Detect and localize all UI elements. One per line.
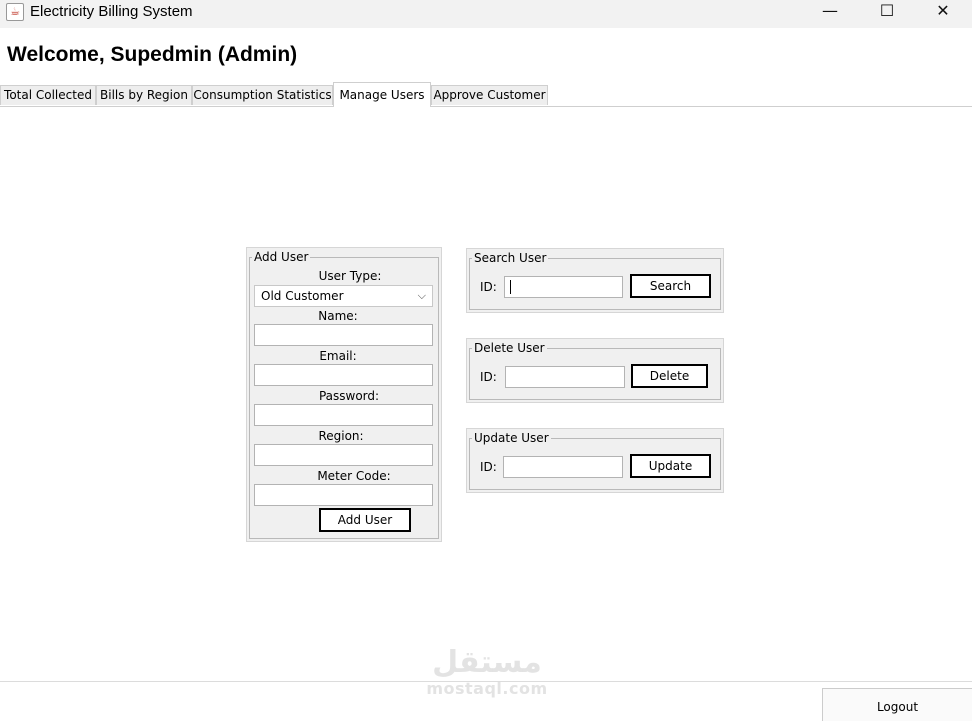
delete-id-field[interactable] bbox=[505, 366, 625, 388]
user-type-select[interactable]: Old Customer ⌵ bbox=[254, 285, 433, 307]
search-button[interactable]: Search bbox=[630, 274, 711, 298]
add-user-button[interactable]: Add User bbox=[319, 508, 411, 532]
delete-button[interactable]: Delete bbox=[631, 364, 708, 388]
update-button[interactable]: Update bbox=[630, 454, 711, 478]
window-title: Electricity Billing System bbox=[30, 3, 193, 20]
update-id-field[interactable] bbox=[503, 456, 623, 478]
tab-bills-by-region[interactable]: Bills by Region bbox=[96, 85, 192, 105]
minimize-icon[interactable]: — bbox=[801, 0, 859, 24]
search-user-legend: Search User bbox=[474, 251, 547, 265]
delete-id-label: ID: bbox=[480, 370, 497, 384]
search-user-panel: Search User ID: Search bbox=[466, 248, 724, 313]
delete-user-panel: Delete User ID: Delete bbox=[466, 338, 724, 403]
text-caret bbox=[510, 280, 511, 294]
region-label: Region: bbox=[318, 429, 364, 443]
email-field[interactable] bbox=[254, 364, 433, 386]
tab-total-collected[interactable]: Total Collected bbox=[0, 85, 96, 105]
update-user-panel: Update User ID: Update bbox=[466, 428, 724, 493]
password-label: Password: bbox=[318, 389, 380, 403]
tab-strip: Total Collected Bills by Region Consumpt… bbox=[0, 82, 972, 107]
meter-code-label: Meter Code: bbox=[317, 469, 391, 483]
maximize-icon[interactable]: ☐ bbox=[858, 0, 916, 24]
add-user-legend: Add User bbox=[254, 250, 309, 264]
watermark-arabic: مستقل bbox=[432, 645, 542, 680]
java-cup-icon: ☕ bbox=[6, 3, 24, 21]
update-id-label: ID: bbox=[480, 460, 497, 474]
watermark-latin: mostaql.com bbox=[426, 679, 548, 698]
user-type-label: User Type: bbox=[318, 269, 382, 283]
tab-consumption-statistics[interactable]: Consumption Statistics bbox=[192, 85, 333, 105]
mostaql-watermark: مستقل mostaql.com bbox=[426, 646, 548, 698]
search-id-label: ID: bbox=[480, 280, 497, 294]
name-label: Name: bbox=[318, 309, 358, 323]
chevron-down-icon: ⌵ bbox=[417, 289, 426, 302]
welcome-heading: Welcome, Supedmin (Admin) bbox=[7, 43, 298, 66]
footer-divider bbox=[0, 681, 972, 682]
window-title-bar: ☕ Electricity Billing System — ☐ ✕ bbox=[0, 0, 972, 28]
update-user-legend: Update User bbox=[474, 431, 549, 445]
region-field[interactable] bbox=[254, 444, 433, 466]
tab-approve-customer[interactable]: Approve Customer bbox=[431, 85, 548, 105]
close-icon[interactable]: ✕ bbox=[914, 0, 972, 24]
search-id-field[interactable] bbox=[504, 276, 623, 298]
tab-manage-users[interactable]: Manage Users bbox=[333, 82, 431, 107]
user-type-value: Old Customer bbox=[261, 289, 344, 303]
delete-user-legend: Delete User bbox=[474, 341, 545, 355]
password-field[interactable] bbox=[254, 404, 433, 426]
logout-button[interactable]: Logout bbox=[822, 688, 972, 721]
add-user-panel: Add User User Type: Old Customer ⌵ Name:… bbox=[246, 247, 442, 542]
name-field[interactable] bbox=[254, 324, 433, 346]
meter-code-field[interactable] bbox=[254, 484, 433, 506]
email-label: Email: bbox=[319, 349, 357, 363]
